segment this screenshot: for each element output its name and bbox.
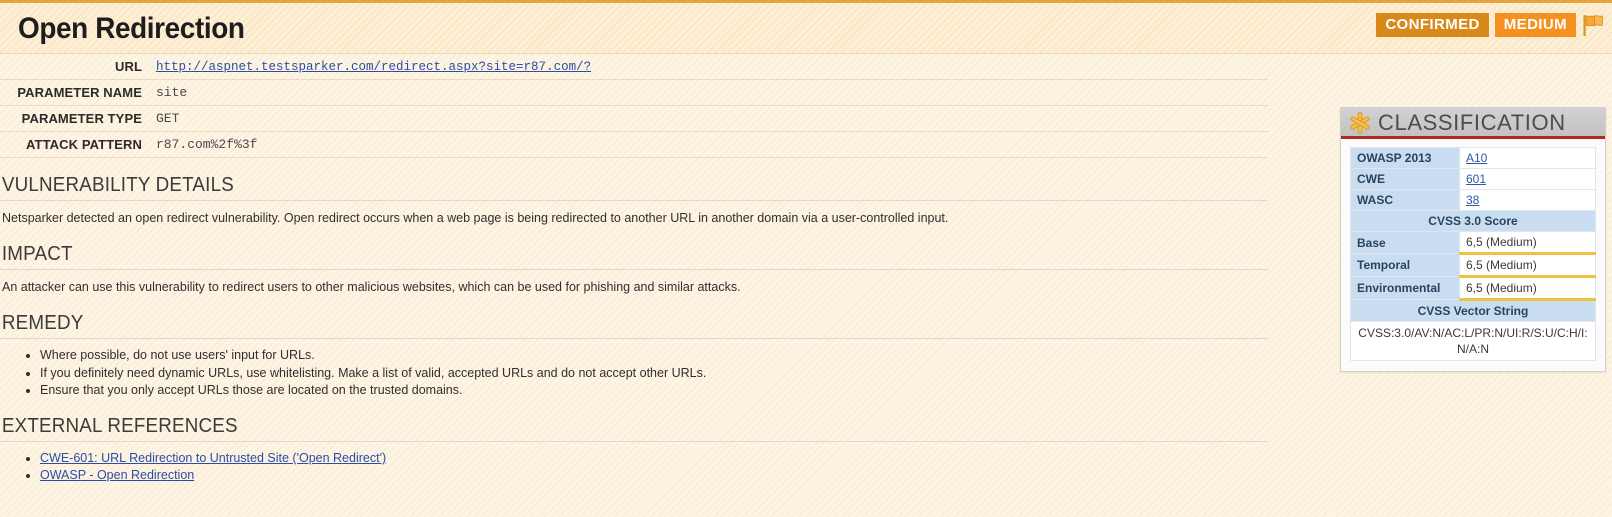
flag-icon[interactable] bbox=[1582, 13, 1604, 37]
section-external-references: EXTERNAL REFERENCES CWE-601: URL Redirec… bbox=[0, 415, 1268, 484]
table-row: WASC 38 bbox=[1351, 190, 1596, 211]
cvss-value-temporal: 6,5 (Medium) bbox=[1460, 254, 1596, 277]
info-value-parameter-type: GET bbox=[154, 106, 1268, 132]
table-row: CVSS:3.0/AV:N/AC:L/PR:N/UI:R/S:U/C:H/I:N… bbox=[1351, 322, 1596, 361]
section-body-external-references: CWE-601: URL Redirection to Untrusted Si… bbox=[0, 450, 1268, 484]
section-body-remedy: Where possible, do not use users' input … bbox=[0, 347, 1268, 399]
section-divider bbox=[0, 200, 1268, 201]
section-remedy: REMEDY Where possible, do not use users'… bbox=[0, 312, 1268, 399]
table-row: URL http://aspnet.testsparker.com/redire… bbox=[0, 54, 1268, 80]
section-title-remedy: REMEDY bbox=[0, 312, 1192, 335]
list-item: If you definitely need dynamic URLs, use… bbox=[40, 365, 1268, 382]
wasc-link[interactable]: 38 bbox=[1466, 193, 1479, 207]
cvss-key-base: Base bbox=[1351, 232, 1460, 254]
list-item: Ensure that you only accept URLs those a… bbox=[40, 382, 1268, 399]
table-row: Environmental 6,5 (Medium) bbox=[1351, 277, 1596, 300]
external-references-list: CWE-601: URL Redirection to Untrusted Si… bbox=[2, 450, 1268, 484]
report-content: URL http://aspnet.testsparker.com/redire… bbox=[0, 54, 1268, 484]
cwe-link[interactable]: 601 bbox=[1466, 172, 1486, 186]
cvss-key-temporal: Temporal bbox=[1351, 254, 1460, 277]
section-body-impact: An attacker can use this vulnerability t… bbox=[0, 278, 1268, 296]
table-row: Temporal 6,5 (Medium) bbox=[1351, 254, 1596, 277]
cvss-value-environmental: 6,5 (Medium) bbox=[1460, 277, 1596, 300]
table-row: PARAMETER NAME site bbox=[0, 80, 1268, 106]
table-row: PARAMETER TYPE GET bbox=[0, 106, 1268, 132]
table-row: CWE 601 bbox=[1351, 169, 1596, 190]
asterisk-icon bbox=[1349, 112, 1371, 134]
remedy-list: Where possible, do not use users' input … bbox=[2, 347, 1268, 399]
info-label-attack-pattern: ATTACK PATTERN bbox=[0, 132, 154, 158]
section-title-vulnerability-details: VULNERABILITY DETAILS bbox=[0, 174, 1192, 197]
classification-value-wasc: 38 bbox=[1460, 190, 1596, 211]
info-label-parameter-type: PARAMETER TYPE bbox=[0, 106, 154, 132]
status-badge-severity: MEDIUM bbox=[1495, 13, 1576, 37]
external-reference-link-cwe[interactable]: CWE-601: URL Redirection to Untrusted Si… bbox=[40, 451, 386, 465]
table-row: CVSS Vector String bbox=[1351, 300, 1596, 322]
classification-key-cwe: CWE bbox=[1351, 169, 1460, 190]
info-value-attack-pattern: r87.com%2f%3f bbox=[154, 132, 1268, 158]
url-link[interactable]: http://aspnet.testsparker.com/redirect.a… bbox=[156, 60, 591, 74]
table-row: ATTACK PATTERN r87.com%2f%3f bbox=[0, 132, 1268, 158]
classification-header: CLASSIFICATION bbox=[1341, 108, 1605, 139]
cvss-vector-header: CVSS Vector String bbox=[1351, 300, 1596, 322]
vulnerability-info-table: URL http://aspnet.testsparker.com/redire… bbox=[0, 54, 1268, 158]
cvss-score-header: CVSS 3.0 Score bbox=[1351, 211, 1596, 232]
classification-title: CLASSIFICATION bbox=[1378, 110, 1566, 136]
section-title-impact: IMPACT bbox=[0, 243, 1192, 266]
page-title: Open Redirection bbox=[18, 12, 245, 46]
section-vulnerability-details: VULNERABILITY DETAILS Netsparker detecte… bbox=[0, 174, 1268, 227]
classification-value-cwe: 601 bbox=[1460, 169, 1596, 190]
info-value-parameter-name: site bbox=[154, 80, 1268, 106]
section-divider bbox=[0, 338, 1268, 339]
classification-value-owasp: A10 bbox=[1460, 148, 1596, 169]
cvss-vector-string: CVSS:3.0/AV:N/AC:L/PR:N/UI:R/S:U/C:H/I:N… bbox=[1351, 322, 1596, 361]
cvss-key-environmental: Environmental bbox=[1351, 277, 1460, 300]
section-title-external-references: EXTERNAL REFERENCES bbox=[0, 415, 1192, 438]
section-body-vulnerability-details: Netsparker detected an open redirect vul… bbox=[0, 209, 1268, 227]
owasp-link[interactable]: A10 bbox=[1466, 151, 1487, 165]
info-value-url: http://aspnet.testsparker.com/redirect.a… bbox=[154, 54, 1268, 80]
external-reference-link-owasp[interactable]: OWASP - Open Redirection bbox=[40, 468, 194, 482]
classification-key-wasc: WASC bbox=[1351, 190, 1460, 211]
list-item: OWASP - Open Redirection bbox=[40, 467, 1268, 484]
list-item: Where possible, do not use users' input … bbox=[40, 347, 1268, 364]
status-badge-confirmed: CONFIRMED bbox=[1376, 13, 1488, 37]
badge-area: CONFIRMED MEDIUM bbox=[1376, 13, 1604, 37]
classification-table: OWASP 2013 A10 CWE 601 WASC 38 bbox=[1350, 147, 1596, 361]
table-row: CVSS 3.0 Score bbox=[1351, 211, 1596, 232]
title-band: Open Redirection CONFIRMED MEDIUM bbox=[0, 3, 1612, 54]
cvss-value-base: 6,5 (Medium) bbox=[1460, 232, 1596, 254]
info-label-parameter-name: PARAMETER NAME bbox=[0, 80, 154, 106]
classification-panel: CLASSIFICATION OWASP 2013 A10 CWE 601 W bbox=[1340, 107, 1606, 372]
info-label-url: URL bbox=[0, 54, 154, 80]
table-row: Base 6,5 (Medium) bbox=[1351, 232, 1596, 254]
main-layout: URL http://aspnet.testsparker.com/redire… bbox=[0, 54, 1612, 484]
section-divider bbox=[0, 441, 1268, 442]
table-row: OWASP 2013 A10 bbox=[1351, 148, 1596, 169]
classification-key-owasp: OWASP 2013 bbox=[1351, 148, 1460, 169]
section-divider bbox=[0, 269, 1268, 270]
section-impact: IMPACT An attacker can use this vulnerab… bbox=[0, 243, 1268, 296]
list-item: CWE-601: URL Redirection to Untrusted Si… bbox=[40, 450, 1268, 467]
